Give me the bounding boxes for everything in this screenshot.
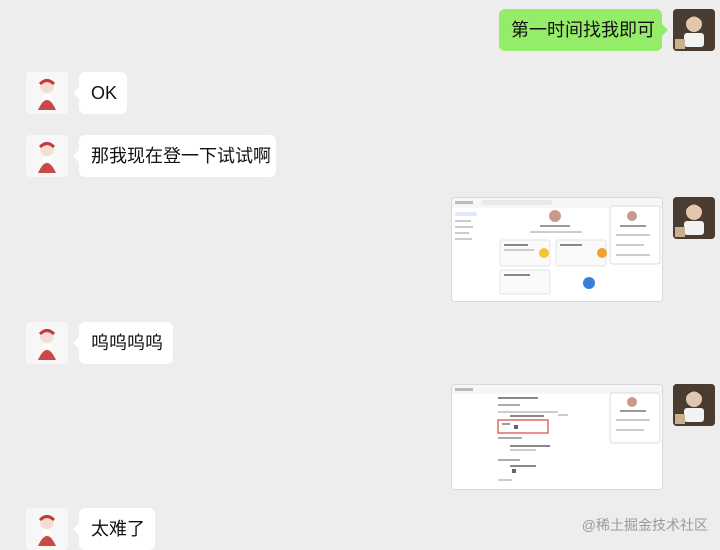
my-avatar[interactable]	[673, 9, 715, 51]
friend-avatar[interactable]	[26, 508, 68, 550]
message-bubble-outgoing[interactable]: 第一时间找我即可	[499, 9, 668, 51]
message-text: 呜呜呜呜	[91, 333, 163, 353]
image-message-profile-screenshot[interactable]	[451, 197, 663, 302]
friend-avatar[interactable]	[26, 135, 68, 177]
message-text: 太难了	[91, 519, 145, 539]
friend-avatar[interactable]	[26, 72, 68, 114]
message-text: 那我现在登一下试试啊	[91, 146, 271, 166]
message-bubble-incoming[interactable]: 呜呜呜呜	[73, 322, 173, 364]
message-bubble-incoming[interactable]: 那我现在登一下试试啊	[73, 135, 276, 177]
screenshot-profile-page-icon	[452, 198, 662, 301]
message-bubble-incoming[interactable]: OK	[73, 72, 127, 114]
message-text: 第一时间找我即可	[511, 20, 655, 40]
image-message-settings-screenshot[interactable]	[451, 384, 663, 490]
friend-avatar[interactable]	[26, 322, 68, 364]
message-bubble-incoming[interactable]: 太难了	[73, 508, 155, 550]
message-text: OK	[91, 83, 118, 103]
my-avatar[interactable]	[673, 384, 715, 426]
watermark: @稀土掘金技术社区	[581, 517, 708, 533]
screenshot-settings-page-icon	[452, 385, 662, 489]
my-avatar[interactable]	[673, 197, 715, 239]
